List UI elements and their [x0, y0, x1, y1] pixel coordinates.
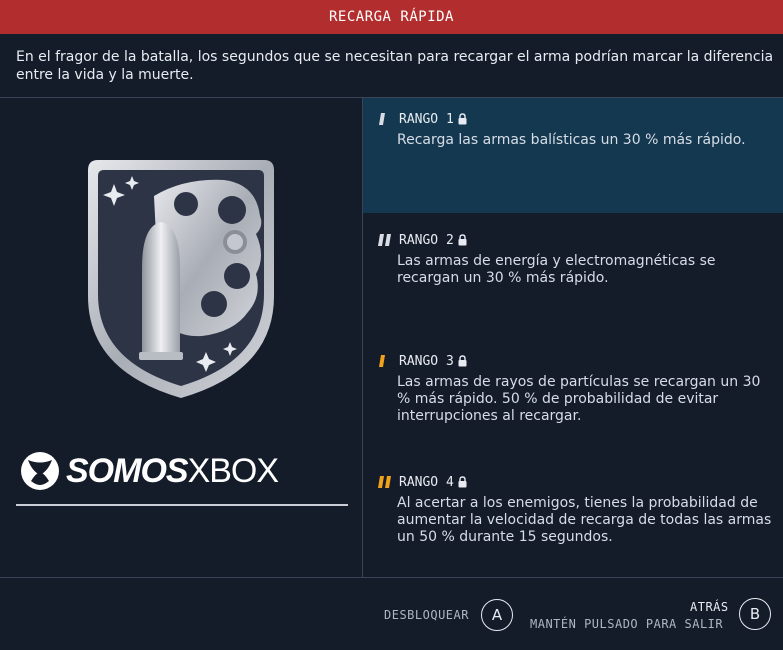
- skill-badge-icon: [88, 160, 274, 398]
- unlock-label: DESBLOQUEAR: [384, 608, 469, 622]
- lock-icon: [458, 234, 467, 246]
- skill-description: En el fragor de la batalla, los segundos…: [16, 49, 774, 83]
- rank-item-4[interactable]: RANGO 4 Al acertar a los enemigos, tiene…: [363, 461, 783, 576]
- rank-label: RANGO 1: [399, 111, 454, 127]
- back-label: ATRÁS: [690, 600, 729, 614]
- lock-icon: [458, 355, 467, 367]
- lock-icon: [458, 476, 467, 488]
- logo-text: XBOX: [187, 451, 279, 490]
- back-button[interactable]: B: [739, 598, 771, 630]
- title-bar: RECARGA RÁPIDA: [0, 0, 783, 34]
- rank-description: Las armas de rayos de partículas se reca…: [397, 374, 761, 424]
- divider: [0, 577, 783, 578]
- rank-label: RANGO 3: [399, 353, 454, 369]
- rank-bar-4-icon: [378, 476, 391, 488]
- back-hint: MANTÉN PULSADO PARA SALIR: [530, 617, 724, 631]
- rank-item-1[interactable]: RANGO 1 Recarga las armas balísticas un …: [363, 98, 783, 213]
- xbox-logo-icon: [21, 452, 59, 490]
- page-title: RECARGA RÁPIDA: [328, 9, 454, 25]
- lock-icon: [458, 113, 467, 125]
- rank-bar-3-icon: [379, 355, 385, 367]
- rank-item-2[interactable]: RANGO 2 Las armas de energía y electroma…: [363, 219, 783, 334]
- rank-bar-2-icon: [378, 234, 391, 246]
- rank-description: Al acertar a los enemigos, tienes la pro…: [397, 495, 772, 545]
- rank-item-3[interactable]: RANGO 3 Las armas de rayos de partículas…: [363, 340, 783, 455]
- rank-label: RANGO 2: [399, 232, 454, 248]
- logo-text: SOMOS: [66, 451, 189, 490]
- somos-xbox-logo: SOMOS XBOX: [20, 450, 280, 492]
- rank-label: RANGO 4: [399, 474, 454, 490]
- rank-description: Recarga las armas balísticas un 30 % más…: [397, 132, 746, 148]
- rank-description: Las armas de energía y electromagnéticas…: [397, 253, 716, 286]
- unlock-button[interactable]: A: [481, 599, 513, 631]
- divider: [16, 504, 348, 506]
- rank-bar-1-icon: [379, 113, 385, 125]
